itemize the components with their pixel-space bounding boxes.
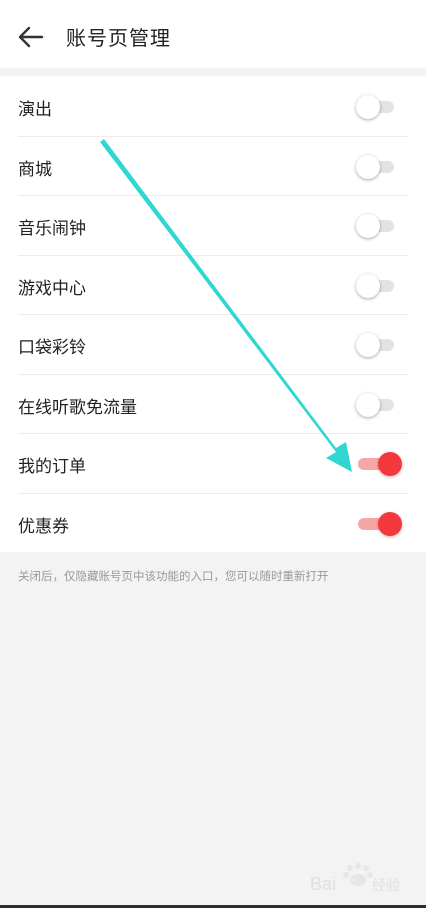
setting-row-mall: 商城 xyxy=(0,135,426,196)
setting-label: 在线听歌免流量 xyxy=(18,397,137,418)
setting-label: 优惠券 xyxy=(18,516,69,537)
svg-text:经验: 经验 xyxy=(372,878,400,894)
setting-label: 口袋彩铃 xyxy=(18,338,86,358)
toggle-knob xyxy=(356,214,380,238)
setting-row-game-center: 游戏中心 xyxy=(0,254,426,315)
toggle-knob xyxy=(378,452,402,476)
toggle-knob xyxy=(356,392,380,417)
toggle-knob xyxy=(378,511,402,536)
setting-label: 游戏中心 xyxy=(18,278,86,299)
toggle-switch[interactable] xyxy=(356,95,400,119)
toggle-switch[interactable] xyxy=(356,154,400,179)
setting-row-free-data: 在线听歌免流量 xyxy=(0,373,426,434)
footer-note: 关闭后，仅隐藏账号页中该功能的入口，您可以随时重新打开 xyxy=(18,569,329,583)
setting-label: 演出 xyxy=(18,100,52,120)
setting-row-music-alarm: 音乐闹钟 xyxy=(0,195,426,255)
toggle-switch[interactable] xyxy=(356,511,402,536)
toggle-knob xyxy=(356,273,380,298)
toggle-switch[interactable] xyxy=(356,214,400,238)
setting-label: 商城 xyxy=(18,159,52,180)
setting-label: 我的订单 xyxy=(18,457,86,477)
setting-row-coupons: 优惠券 xyxy=(0,492,426,553)
arrow-left-icon xyxy=(18,26,44,48)
page-title: 账号页管理 xyxy=(66,26,171,50)
setting-label: 音乐闹钟 xyxy=(18,219,86,239)
toggle-knob xyxy=(356,95,380,119)
toggle-switch[interactable] xyxy=(356,333,400,357)
toggle-switch[interactable] xyxy=(356,273,400,298)
watermark-logo: Bai 经验 xyxy=(310,860,420,896)
toggle-switch[interactable] xyxy=(356,392,400,417)
setting-row-ringtone: 口袋彩铃 xyxy=(0,314,426,374)
toggle-knob xyxy=(356,154,380,179)
svg-text:Bai: Bai xyxy=(310,874,336,894)
setting-row-my-orders: 我的订单 xyxy=(0,433,426,493)
setting-row-performance: 演出 xyxy=(0,76,426,136)
toggle-switch[interactable] xyxy=(356,452,402,476)
toggle-knob xyxy=(356,333,380,357)
back-button[interactable] xyxy=(14,20,48,54)
app-header: 账号页管理 xyxy=(0,0,426,68)
settings-list: 演出 商城 音乐闹钟 游戏中心 口袋彩铃 在线听歌免流量 我的订单 优惠券 xyxy=(0,76,426,552)
